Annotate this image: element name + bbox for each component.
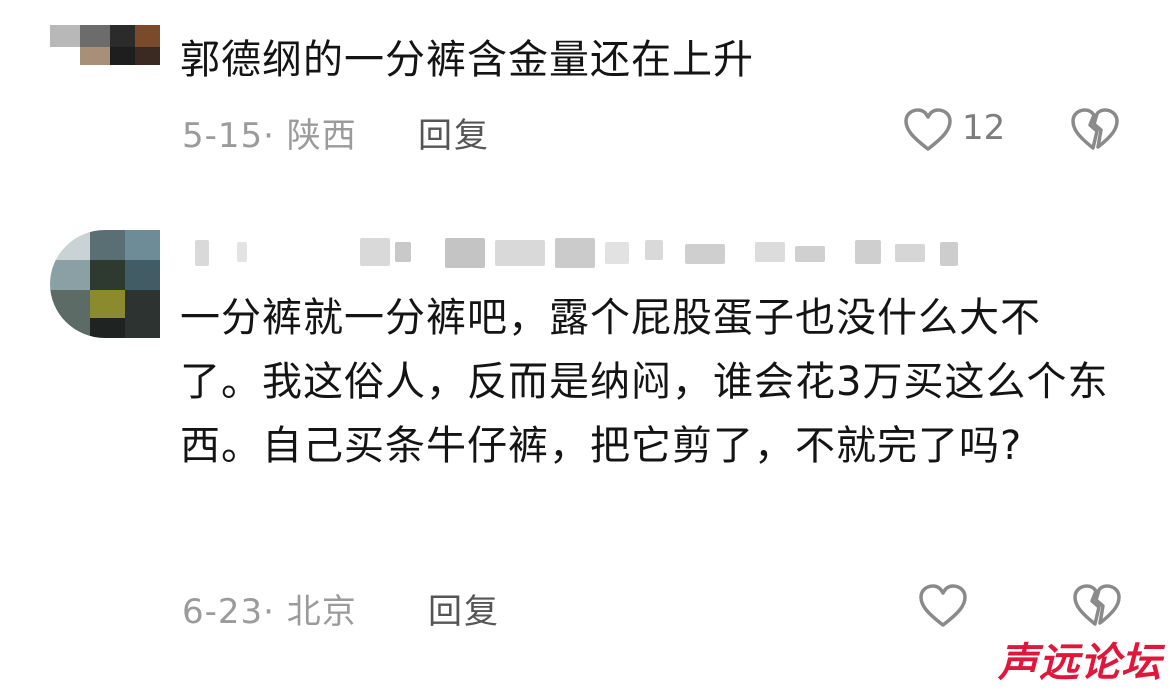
blurred-username <box>195 236 965 276</box>
comment-2: 一分裤就一分裤吧，露个屁股蛋子也没什么大不了。我这俗人，反而是纳闷，谁会花3万买… <box>0 0 1170 690</box>
avatar[interactable] <box>50 230 160 338</box>
heart-outline-icon[interactable] <box>918 583 968 633</box>
reply-button[interactable]: 回复 <box>428 584 500 633</box>
watermark-logo: 声远论坛 <box>998 640 1162 686</box>
comment-date-location: 6-23· 北京 <box>182 592 357 632</box>
broken-heart-icon[interactable] <box>1072 583 1122 633</box>
comment-text: 一分裤就一分裤吧，露个屁股蛋子也没什么大不了。我这俗人，反而是纳闷，谁会花3万买… <box>180 295 1109 469</box>
